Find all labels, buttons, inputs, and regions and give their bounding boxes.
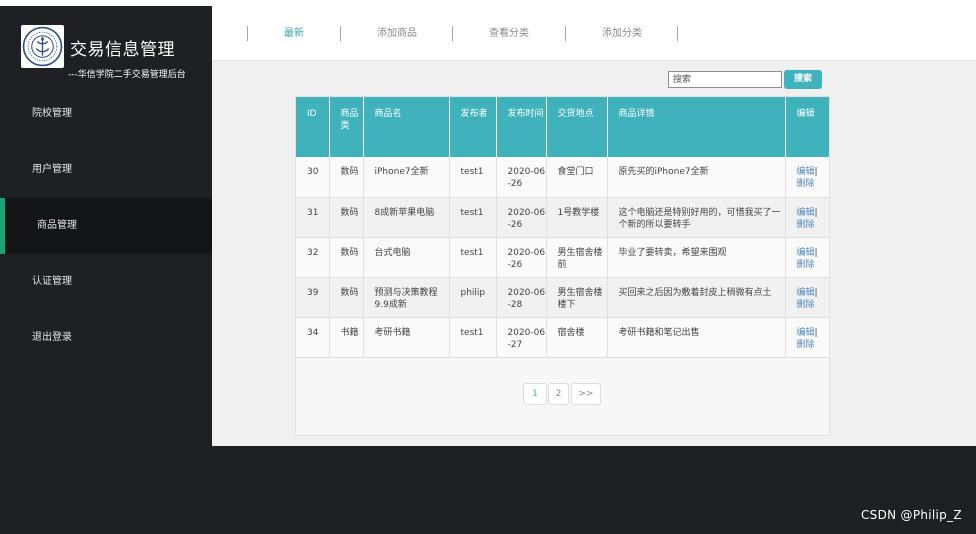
cell-location: 男生宿舍楼前 bbox=[546, 237, 608, 278]
table-row: 30 数码 iPhone7全新 test1 2020-06-26 食堂门口 原先… bbox=[296, 157, 829, 198]
brand: 交易信息管理 ---华信学院二手交易管理后台 bbox=[0, 6, 212, 86]
cell-publisher: test1 bbox=[449, 317, 497, 358]
cell-detail: 买回来之后因为敷着封皮上稍微有点土 bbox=[607, 277, 786, 318]
cell-actions: 编辑| 删除 bbox=[785, 317, 829, 358]
cell-date: 2020-06-26 bbox=[496, 197, 547, 238]
edit-link[interactable]: 编辑 bbox=[797, 288, 815, 298]
header-edit: 编辑 bbox=[785, 97, 829, 157]
cell-category: 书籍 bbox=[329, 317, 364, 358]
header-publisher: 发布者 bbox=[449, 97, 497, 157]
tab-divider bbox=[452, 26, 453, 41]
tab-divider bbox=[340, 26, 341, 41]
action-separator: | bbox=[814, 287, 818, 298]
header-detail: 商品详情 bbox=[607, 97, 786, 157]
table-row: 32 数码 台式电脑 test1 2020-06-26 男生宿舍楼前 毕业了要转… bbox=[296, 237, 829, 278]
action-separator: | bbox=[814, 207, 818, 218]
cell-detail: 毕业了要转卖，希望来围观 bbox=[607, 237, 786, 278]
table-row: 39 数码 预测与决策教程 9.9成新 philip 2020-06-28 男生… bbox=[296, 277, 829, 318]
table-header-row: ID 商品类 商品名 发布者 发布时间 交货地点 商品详情 编辑 bbox=[296, 97, 829, 157]
cell-detail: 考研书籍和笔记出售 bbox=[607, 317, 786, 358]
cell-category: 数码 bbox=[329, 197, 364, 238]
action-separator: | bbox=[814, 167, 818, 177]
header-location: 交货地点 bbox=[546, 97, 608, 157]
sidebar: 交易信息管理 ---华信学院二手交易管理后台 院校管理 用户管理 商品管理 认证… bbox=[0, 6, 212, 534]
delete-link[interactable]: 删除 bbox=[797, 340, 815, 350]
cell-detail: 这个电脑还是特别好用的，可惜我买了一个新的所以要转手 bbox=[607, 197, 786, 238]
sidebar-nav: 院校管理 用户管理 商品管理 认证管理 退出登录 bbox=[0, 86, 212, 366]
header-name: 商品名 bbox=[363, 97, 450, 157]
tab-divider bbox=[677, 26, 678, 41]
delete-link[interactable]: 删除 bbox=[797, 220, 815, 230]
tab-divider bbox=[565, 26, 566, 41]
search-button[interactable]: 搜索 bbox=[784, 70, 822, 89]
cell-location: 食堂门口 bbox=[546, 157, 608, 198]
tab-view-categories[interactable]: 查看分类 bbox=[476, 26, 542, 42]
edit-link[interactable]: 编辑 bbox=[797, 167, 815, 177]
sidebar-item-schools[interactable]: 院校管理 bbox=[0, 86, 212, 142]
cell-id: 32 bbox=[296, 237, 330, 278]
action-separator: | bbox=[814, 247, 818, 258]
cell-name: 8成新苹果电脑 bbox=[363, 197, 450, 238]
header-date: 发布时间 bbox=[496, 97, 547, 157]
sidebar-item-users[interactable]: 用户管理 bbox=[0, 142, 212, 198]
cell-actions: 编辑| 删除 bbox=[785, 237, 829, 278]
edit-link[interactable]: 编辑 bbox=[797, 208, 815, 218]
cell-id: 34 bbox=[296, 317, 330, 358]
edit-link[interactable]: 编辑 bbox=[797, 328, 815, 338]
school-logo-icon bbox=[21, 25, 64, 68]
cell-date: 2020-06-26 bbox=[496, 237, 547, 278]
cell-publisher: test1 bbox=[449, 237, 497, 278]
table-row: 31 数码 8成新苹果电脑 test1 2020-06-26 1号教学楼 这个电… bbox=[296, 197, 829, 238]
cell-publisher: philip bbox=[449, 277, 497, 318]
cell-location: 宿舍楼 bbox=[546, 317, 608, 358]
cell-actions: 编辑| 删除 bbox=[785, 197, 829, 238]
sidebar-item-verification[interactable]: 认证管理 bbox=[0, 254, 212, 310]
cell-name: 考研书籍 bbox=[363, 317, 450, 358]
cell-id: 31 bbox=[296, 197, 330, 238]
next-page-button[interactable]: >> bbox=[571, 383, 601, 405]
product-table: ID 商品类 商品名 发布者 发布时间 交货地点 商品详情 编辑 30 数码 i… bbox=[296, 97, 829, 358]
sidebar-item-products[interactable]: 商品管理 bbox=[0, 198, 212, 254]
cell-date: 2020-06-28 bbox=[496, 277, 547, 318]
cell-actions: 编辑| 删除 bbox=[785, 277, 829, 318]
delete-link[interactable]: 删除 bbox=[797, 260, 815, 270]
cell-location: 男生宿舍楼 楼下 bbox=[546, 277, 608, 318]
tab-divider bbox=[247, 26, 248, 41]
edit-link[interactable]: 编辑 bbox=[797, 248, 815, 258]
header-category: 商品类 bbox=[329, 97, 364, 157]
product-panel: ID 商品类 商品名 发布者 发布时间 交货地点 商品详情 编辑 30 数码 i… bbox=[295, 96, 830, 436]
table-row: 34 书籍 考研书籍 test1 2020-06-27 宿舍楼 考研书籍和笔记出… bbox=[296, 317, 829, 358]
cell-date: 2020-06-26 bbox=[496, 157, 547, 198]
cell-category: 数码 bbox=[329, 277, 364, 318]
tab-add-category[interactable]: 添加分类 bbox=[589, 26, 655, 42]
sidebar-item-logout[interactable]: 退出登录 bbox=[0, 310, 212, 366]
main-area: 最新 添加商品 查看分类 添加分类 搜索 ID 商品类 商品名 发布者 发布时间… bbox=[212, 6, 976, 446]
cell-detail: 原先买的iPhone7全新 bbox=[607, 157, 786, 198]
tab-latest[interactable]: 最新 bbox=[270, 26, 318, 42]
cell-name: 台式电脑 bbox=[363, 237, 450, 278]
cell-id: 30 bbox=[296, 157, 330, 198]
cell-category: 数码 bbox=[329, 157, 364, 198]
cell-location: 1号教学楼 bbox=[546, 197, 608, 238]
header-id: ID bbox=[296, 97, 330, 157]
tab-add-product[interactable]: 添加商品 bbox=[364, 26, 430, 42]
watermark: CSDN @Philip_Z bbox=[861, 508, 962, 522]
cell-publisher: test1 bbox=[449, 157, 497, 198]
cell-actions: 编辑| 删除 bbox=[785, 157, 829, 198]
brand-subtitle: ---华信学院二手交易管理后台 bbox=[68, 70, 186, 80]
tab-bar: 最新 添加商品 查看分类 添加分类 bbox=[212, 6, 976, 61]
cell-date: 2020-06-27 bbox=[496, 317, 547, 358]
brand-title: 交易信息管理 bbox=[70, 40, 175, 60]
page-2-button[interactable]: 2 bbox=[548, 383, 569, 405]
search-input[interactable] bbox=[668, 71, 782, 88]
cell-category: 数码 bbox=[329, 237, 364, 278]
delete-link[interactable]: 删除 bbox=[797, 300, 815, 310]
page-1-button[interactable]: 1 bbox=[523, 383, 547, 405]
cell-name: iPhone7全新 bbox=[363, 157, 450, 198]
cell-name: 预测与决策教程 9.9成新 bbox=[363, 277, 450, 318]
cell-publisher: test1 bbox=[449, 197, 497, 238]
action-separator: | bbox=[814, 327, 818, 338]
delete-link[interactable]: 删除 bbox=[797, 179, 815, 189]
cell-id: 39 bbox=[296, 277, 330, 318]
